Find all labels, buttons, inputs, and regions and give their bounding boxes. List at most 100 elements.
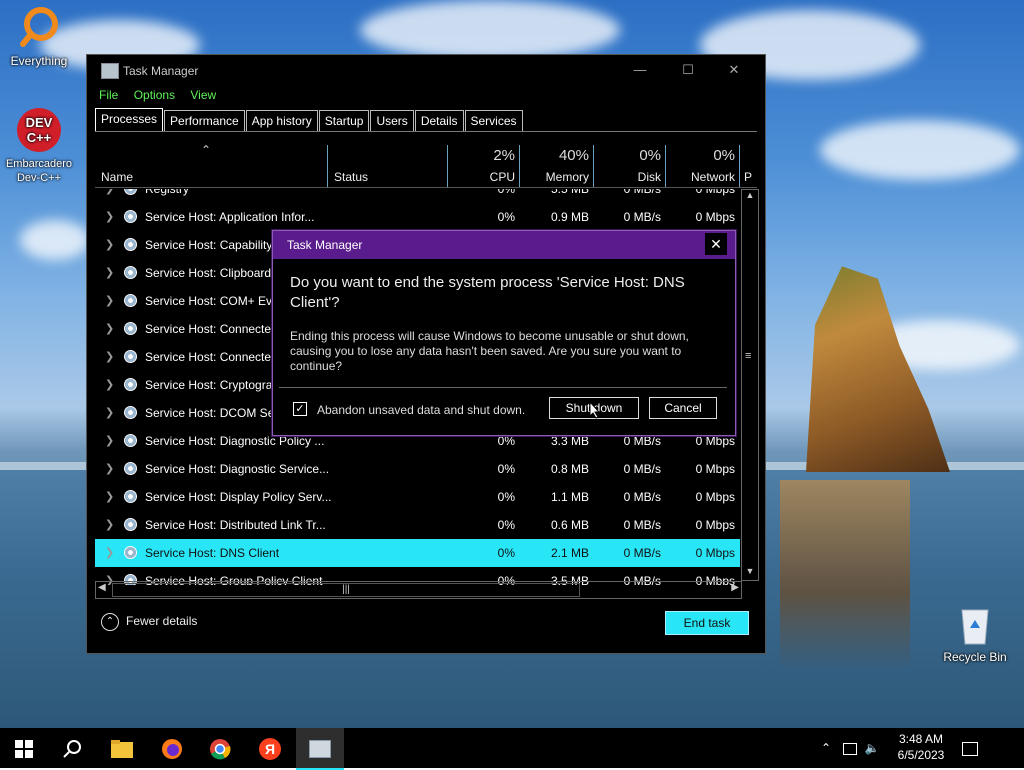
column-status[interactable]: Status: [327, 145, 448, 187]
close-button[interactable]: ✕: [711, 59, 757, 83]
tab-processes[interactable]: Processes: [95, 108, 164, 131]
recycle-bin-icon: [958, 604, 992, 646]
taskbar-task-manager[interactable]: [296, 728, 344, 770]
process-name: Service Host: DCOM Ser: [145, 406, 279, 420]
tab-performance[interactable]: Performance: [164, 110, 245, 131]
column-memory[interactable]: 40% Memory: [519, 145, 594, 187]
horizontal-scrollbar[interactable]: ◀ ||| ▶: [95, 581, 742, 599]
column-power[interactable]: P: [739, 145, 758, 187]
maximize-button[interactable]: ☐: [665, 59, 711, 83]
desktop-icon-devcpp[interactable]: DEV C++ Embarcadero Dev-C++: [2, 108, 76, 184]
taskbar-yandex[interactable]: Я: [246, 728, 294, 768]
disk-cell: 0 MB/s: [623, 462, 661, 476]
desktop-icon-recycle-bin[interactable]: Recycle Bin: [938, 604, 1012, 664]
menu-file[interactable]: File: [99, 88, 118, 102]
network-cell: 0 Mbps: [695, 546, 735, 560]
vertical-scrollbar[interactable]: ▲ ≡ ▼: [741, 189, 759, 581]
chevron-up-icon: ⌃: [820, 741, 832, 755]
dialog-question: Do you want to end the system process 'S…: [290, 274, 685, 311]
abandon-data-checkbox[interactable]: ✓: [293, 402, 307, 416]
column-cpu[interactable]: 2% CPU: [447, 145, 520, 187]
notification-icon: [962, 741, 978, 756]
cancel-button[interactable]: Cancel: [649, 397, 717, 419]
column-name[interactable]: Name: [101, 170, 133, 184]
show-hidden-icons-button[interactable]: ⌃: [816, 728, 836, 768]
scroll-thumb[interactable]: ≡: [745, 350, 755, 362]
menu-bar: File Options View: [99, 88, 228, 102]
expand-chevron-icon[interactable]: ❯: [105, 259, 114, 287]
expand-chevron-icon[interactable]: ❯: [105, 315, 114, 343]
clock[interactable]: 3:48 AM 6/5/2023: [886, 728, 956, 768]
dialog-title: Task Manager: [287, 238, 363, 252]
expand-chevron-icon[interactable]: ❯: [105, 483, 114, 511]
expand-chevron-icon[interactable]: ❯: [105, 539, 114, 567]
task-manager-icon: [101, 63, 119, 79]
scroll-right-icon[interactable]: ▶: [731, 582, 739, 593]
expand-chevron-icon[interactable]: ❯: [105, 287, 114, 315]
process-name: Service Host: Diagnostic Service...: [145, 462, 330, 476]
cpu-cell: 0%: [497, 462, 515, 476]
desktop-icon-label: Embarcadero Dev-C++: [5, 158, 73, 184]
start-button[interactable]: [0, 728, 48, 768]
memory-cell: 0.8 MB: [550, 462, 589, 476]
disk-cell: 0 MB/s: [623, 210, 661, 224]
network-cell: 0 Mbps: [695, 189, 735, 196]
scroll-up-icon[interactable]: ▲: [742, 190, 758, 204]
fewer-details-link[interactable]: ⌃ Fewer details: [101, 613, 197, 631]
service-gear-icon: [124, 434, 137, 447]
process-row[interactable]: ❯ Service Host: Application Infor... 0% 0.9…: [95, 203, 740, 231]
search-button[interactable]: [48, 728, 96, 768]
devcpp-icon: DEV C++: [17, 108, 61, 152]
title-bar[interactable]: Task Manager — ☐ ✕: [87, 55, 765, 85]
column-network[interactable]: 0% Network: [665, 145, 740, 187]
dialog-close-icon[interactable]: ✕: [705, 233, 727, 255]
disk-cell: 0 MB/s: [623, 490, 661, 504]
tab-strip: Processes Performance App history Startu…: [95, 108, 757, 132]
expand-chevron-icon[interactable]: ❯: [105, 231, 114, 259]
menu-options[interactable]: Options: [134, 88, 175, 102]
end-process-dialog: Task Manager ✕ Do you want to end the sy…: [272, 230, 736, 436]
process-name: Service Host: Distributed Link Tr...: [145, 518, 326, 532]
disk-cell: 0 MB/s: [623, 189, 661, 196]
process-row[interactable]: ❯ Service Host: DNS Client 0% 2.1 MB 0 MB/s 0…: [95, 539, 740, 567]
taskbar-firefox[interactable]: [148, 728, 196, 768]
desktop-icon-everything[interactable]: Everything: [2, 6, 76, 68]
minimize-button[interactable]: —: [617, 59, 663, 83]
memory-cell: 0.9 MB: [550, 210, 589, 224]
horizontal-scroll-thumb[interactable]: |||: [112, 583, 580, 597]
scroll-down-icon[interactable]: ▼: [742, 566, 758, 580]
memory-cell: 5.5 MB: [550, 189, 589, 196]
menu-view[interactable]: View: [190, 88, 216, 102]
column-disk[interactable]: 0% Disk: [593, 145, 666, 187]
expand-chevron-icon[interactable]: ❯: [105, 399, 114, 427]
chevron-up-icon: ⌃: [101, 613, 119, 631]
expand-chevron-icon[interactable]: ❯: [105, 343, 114, 371]
process-row[interactable]: ❯ Service Host: Distributed Link Tr... 0% 0…: [95, 511, 740, 539]
desktop-icon-label: Everything: [10, 54, 68, 68]
process-row[interactable]: ❯ Service Host: Display Policy Serv... 0% 1…: [95, 483, 740, 511]
service-gear-icon: [124, 266, 137, 279]
taskbar-chrome[interactable]: [196, 728, 244, 768]
taskbar-file-explorer[interactable]: [98, 728, 146, 768]
expand-chevron-icon[interactable]: ❯: [105, 427, 114, 455]
volume-tray-icon[interactable]: 🔈: [862, 728, 882, 768]
tab-startup[interactable]: Startup: [318, 110, 370, 131]
memory-cell: 2.1 MB: [550, 546, 589, 560]
process-row[interactable]: ❯ Service Host: Diagnostic Service... 0% 0.…: [95, 455, 740, 483]
expand-chevron-icon[interactable]: ❯: [105, 511, 114, 539]
expand-chevron-icon[interactable]: ❯: [105, 455, 114, 483]
tab-app-history[interactable]: App history: [245, 110, 318, 131]
scroll-left-icon[interactable]: ◀: [98, 582, 106, 593]
expand-chevron-icon[interactable]: ❯: [105, 371, 114, 399]
network-tray-icon[interactable]: [840, 728, 860, 768]
expand-chevron-icon[interactable]: ❯: [105, 189, 114, 203]
tab-users[interactable]: Users: [370, 110, 414, 131]
expand-chevron-icon[interactable]: ❯: [105, 203, 114, 231]
tab-services[interactable]: Services: [464, 110, 523, 131]
process-row[interactable]: ❯ Registry 0% 5.5 MB 0 MB/s 0 Mbps: [95, 189, 740, 203]
action-center-button[interactable]: [956, 728, 984, 768]
end-task-button[interactable]: End task: [665, 611, 749, 635]
search-icon: [63, 739, 81, 758]
tab-details[interactable]: Details: [414, 110, 464, 131]
dialog-title-bar[interactable]: Task Manager ✕: [273, 231, 735, 259]
